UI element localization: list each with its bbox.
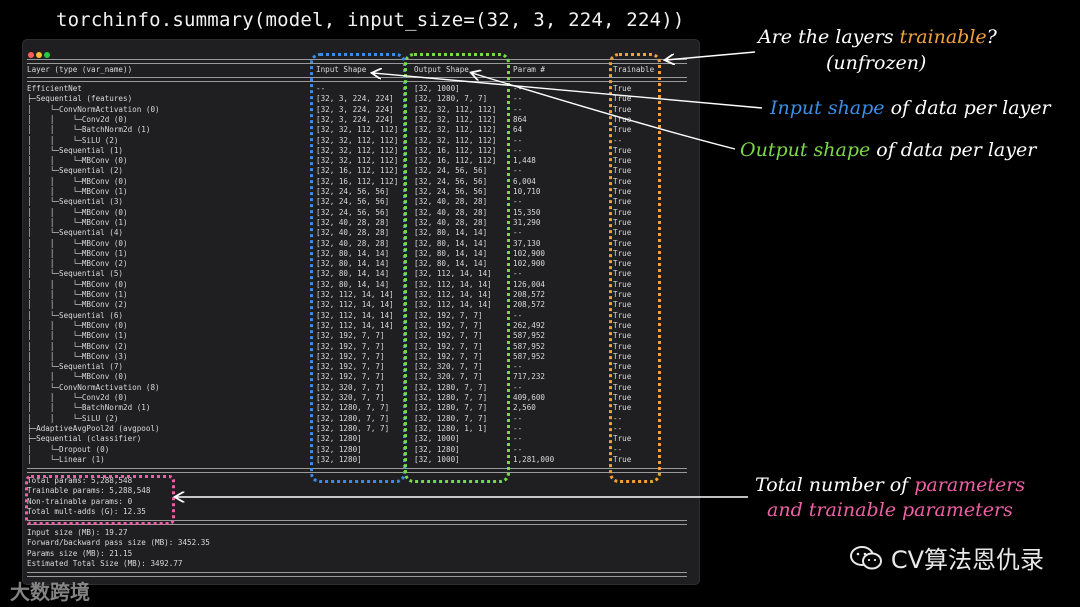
input-shape-arrow	[373, 73, 763, 109]
trainable-arrow	[666, 51, 756, 60]
annotation-trainable: Are the layers trainable?	[758, 26, 997, 48]
watermark-brand-text: CV算法恩仇录	[890, 546, 1044, 574]
annotation-unfrozen: (unfrozen)	[826, 52, 927, 74]
watermark-corner: 大数跨境	[10, 580, 90, 604]
annotation-trainable-params: and trainable parameters	[767, 499, 1013, 521]
annotation-output-shape: Output shape of data per layer	[740, 139, 1037, 161]
annotation-input-shape: Input shape of data per layer	[770, 97, 1051, 119]
annotation-total-params: Total number of parameters	[755, 474, 1026, 496]
output-shape-arrow	[472, 73, 736, 150]
watermark-brand: CV算法恩仇录	[849, 540, 1044, 575]
wechat-icon	[849, 545, 883, 571]
